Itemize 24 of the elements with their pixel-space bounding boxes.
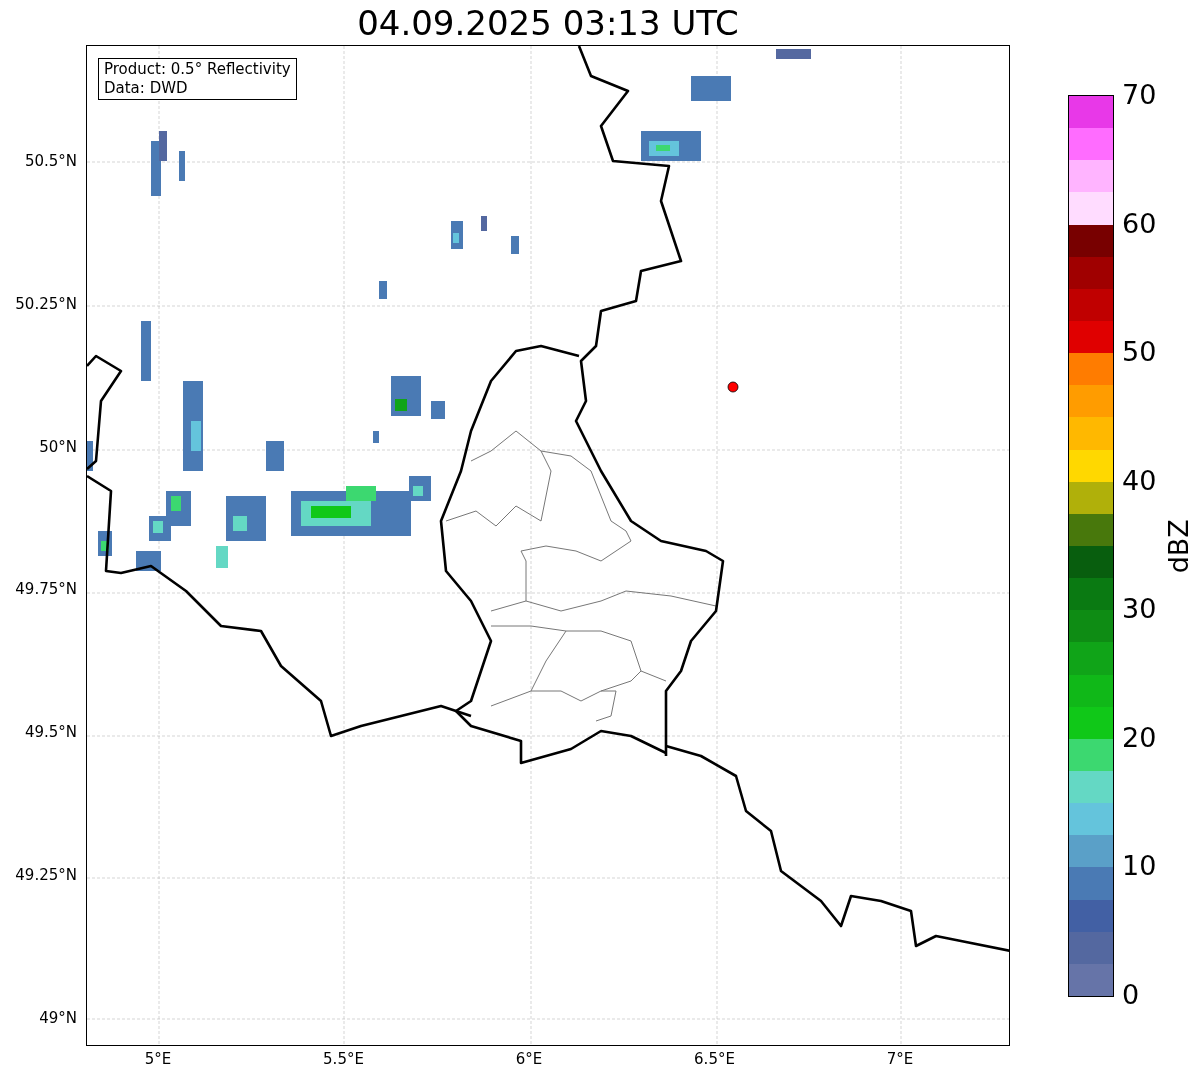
legend-text: Product: 0.5° Reflectivity bbox=[104, 60, 291, 79]
longitude-label: 5.5°E bbox=[322, 1050, 365, 1068]
legend-text: Data: DWD bbox=[104, 79, 189, 98]
latitude-label: 49.75°N bbox=[15, 580, 77, 599]
longitude-label: 6.5°E bbox=[693, 1050, 736, 1068]
colorbar-tick-label: 20 bbox=[1122, 722, 1157, 753]
longitude-label: 6°E bbox=[514, 1050, 544, 1068]
latitude-label: 50.5°N bbox=[24, 152, 77, 170]
latitude-label: 49.25°N bbox=[15, 866, 77, 884]
colorbar-label: dBZ bbox=[1161, 518, 1195, 574]
longitude-label: 7°E bbox=[885, 1050, 915, 1068]
colorbar-tick-label: 0 bbox=[1122, 980, 1140, 1010]
figure-title: 04.09.2025 03:13 UTC bbox=[357, 2, 739, 45]
colorbar-tick-label: 60 bbox=[1122, 208, 1157, 239]
longitude-label: 5°E bbox=[143, 1050, 173, 1068]
colorbar-tick-label: 40 bbox=[1122, 465, 1157, 496]
colorbar-tick-label: 50 bbox=[1122, 337, 1157, 368]
latitude-label: 50°N bbox=[39, 437, 77, 456]
colorbar-tick-label: 70 bbox=[1122, 80, 1157, 110]
colorbar-tick-label: 10 bbox=[1122, 851, 1157, 882]
colorbar-tick-label: 30 bbox=[1122, 594, 1157, 625]
latitude-label: 50.25°N bbox=[15, 294, 77, 313]
latitude-label: 49°N bbox=[39, 1008, 77, 1027]
latitude-label: 49.5°N bbox=[24, 723, 77, 742]
